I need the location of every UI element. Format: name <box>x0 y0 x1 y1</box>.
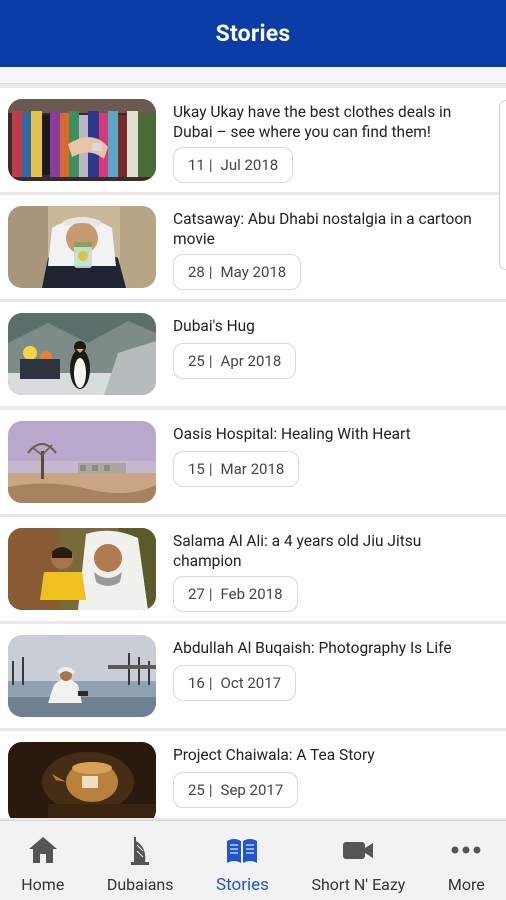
tab-short-n-eazy[interactable]: Short N' Eazy <box>290 821 426 900</box>
man-holding-jar-image <box>8 206 156 289</box>
date-separator: | <box>208 352 213 371</box>
story-date-day: 25 <box>188 781 205 800</box>
story-title: Catsaway: Abu Dhabi nostalgia in a carto… <box>173 210 472 249</box>
video-camera-icon <box>343 842 374 859</box>
story-card[interactable]: Dubai's Hug 25 | Apr 2018 <box>0 302 506 407</box>
story-date-day: 27 <box>188 584 205 603</box>
story-title: Salama Al Ali: a 4 years old Jiu Jitsu c… <box>173 531 422 570</box>
date-separator: | <box>208 584 213 603</box>
story-date-month-year: Oct 2017 <box>220 673 282 692</box>
date-separator: | <box>208 156 213 174</box>
story-date-badge: 27 | Feb 2018 <box>173 575 298 612</box>
top-app-bar: Stories <box>0 0 506 67</box>
story-date-month-year: Feb 2018 <box>220 584 283 603</box>
story-date-badge: 25 | Apr 2018 <box>173 343 297 380</box>
tab-dubaians[interactable]: Dubaians <box>86 821 195 900</box>
penguin-image <box>8 313 156 396</box>
desert-tree-image <box>8 420 156 503</box>
story-date-day: 28 <box>188 263 205 282</box>
story-title: Abdullah Al Buqaish: Photography Is Life <box>173 638 452 657</box>
tab-label: More <box>447 875 485 894</box>
story-date-month-year: Jul 2018 <box>220 156 279 174</box>
date-separator: | <box>208 673 213 692</box>
home-icon <box>28 837 57 863</box>
story-date-month-year: Sep 2017 <box>220 781 284 800</box>
tab-home[interactable]: Home <box>0 821 86 900</box>
story-date-badge: 28 | May 2018 <box>173 254 302 291</box>
page-title: Stories <box>215 20 291 47</box>
date-separator: | <box>208 459 213 478</box>
more-dots-icon <box>451 846 481 854</box>
tab-label: Dubaians <box>106 875 174 894</box>
date-separator: | <box>208 781 213 800</box>
story-title: Dubai's Hug <box>173 317 255 336</box>
tab-more[interactable]: More <box>427 821 506 900</box>
side-drawer-handle[interactable] <box>499 100 506 270</box>
burj-al-arab-icon <box>131 837 150 865</box>
story-date-badge: 16 | Oct 2017 <box>173 664 297 701</box>
header-divider <box>0 67 506 84</box>
story-title: Project Chaiwala: A Tea Story <box>173 746 375 765</box>
story-card[interactable]: Abdullah Al Buqaish: Photography Is Life… <box>0 623 506 728</box>
tab-label: Short N' Eazy <box>311 875 406 894</box>
story-card[interactable]: Salama Al Ali: a 4 years old Jiu Jitsu c… <box>0 516 506 621</box>
tea-pot-image <box>8 742 156 818</box>
story-date-day: 11 <box>188 156 205 174</box>
story-date-badge: 25 | Sep 2017 <box>173 772 299 809</box>
story-date-day: 16 <box>188 673 205 692</box>
story-title: Oasis Hospital: Healing With Heart <box>173 424 411 443</box>
story-card[interactable]: Oasis Hospital: Healing With Heart 15 | … <box>0 409 506 514</box>
stories-list[interactable]: Ukay Ukay have the best clothes deals in… <box>0 88 506 818</box>
story-card[interactable]: Ukay Ukay have the best clothes deals in… <box>0 88 506 192</box>
tab-label: Home <box>21 875 65 894</box>
story-date-month-year: May 2018 <box>220 263 287 282</box>
story-title: Ukay Ukay have the best clothes deals in… <box>173 103 452 141</box>
man-by-water-image <box>8 634 156 717</box>
story-card[interactable]: Catsaway: Abu Dhabi nostalgia in a carto… <box>0 195 506 300</box>
tab-label: Stories <box>216 875 269 895</box>
father-child-image <box>8 527 156 610</box>
bottom-tab-bar: Home Dubaians Stories Short N' Eazy More <box>0 820 506 900</box>
app-screen: Stories Ukay Ukay have the best clothes … <box>0 0 506 900</box>
story-card[interactable]: Project Chaiwala: A Tea Story 25 | Sep 2… <box>0 731 506 818</box>
story-date-month-year: Mar 2018 <box>220 459 285 478</box>
story-date-badge: 11 | Jul 2018 <box>173 147 294 183</box>
story-date-day: 15 <box>188 459 205 478</box>
open-book-icon <box>227 839 258 863</box>
tab-stories[interactable]: Stories <box>195 821 290 900</box>
date-separator: | <box>208 263 213 282</box>
story-date-badge: 15 | Mar 2018 <box>173 450 300 487</box>
clothes-rack-image <box>8 99 156 181</box>
story-date-month-year: Apr 2018 <box>220 352 282 371</box>
story-date-day: 25 <box>188 352 205 371</box>
